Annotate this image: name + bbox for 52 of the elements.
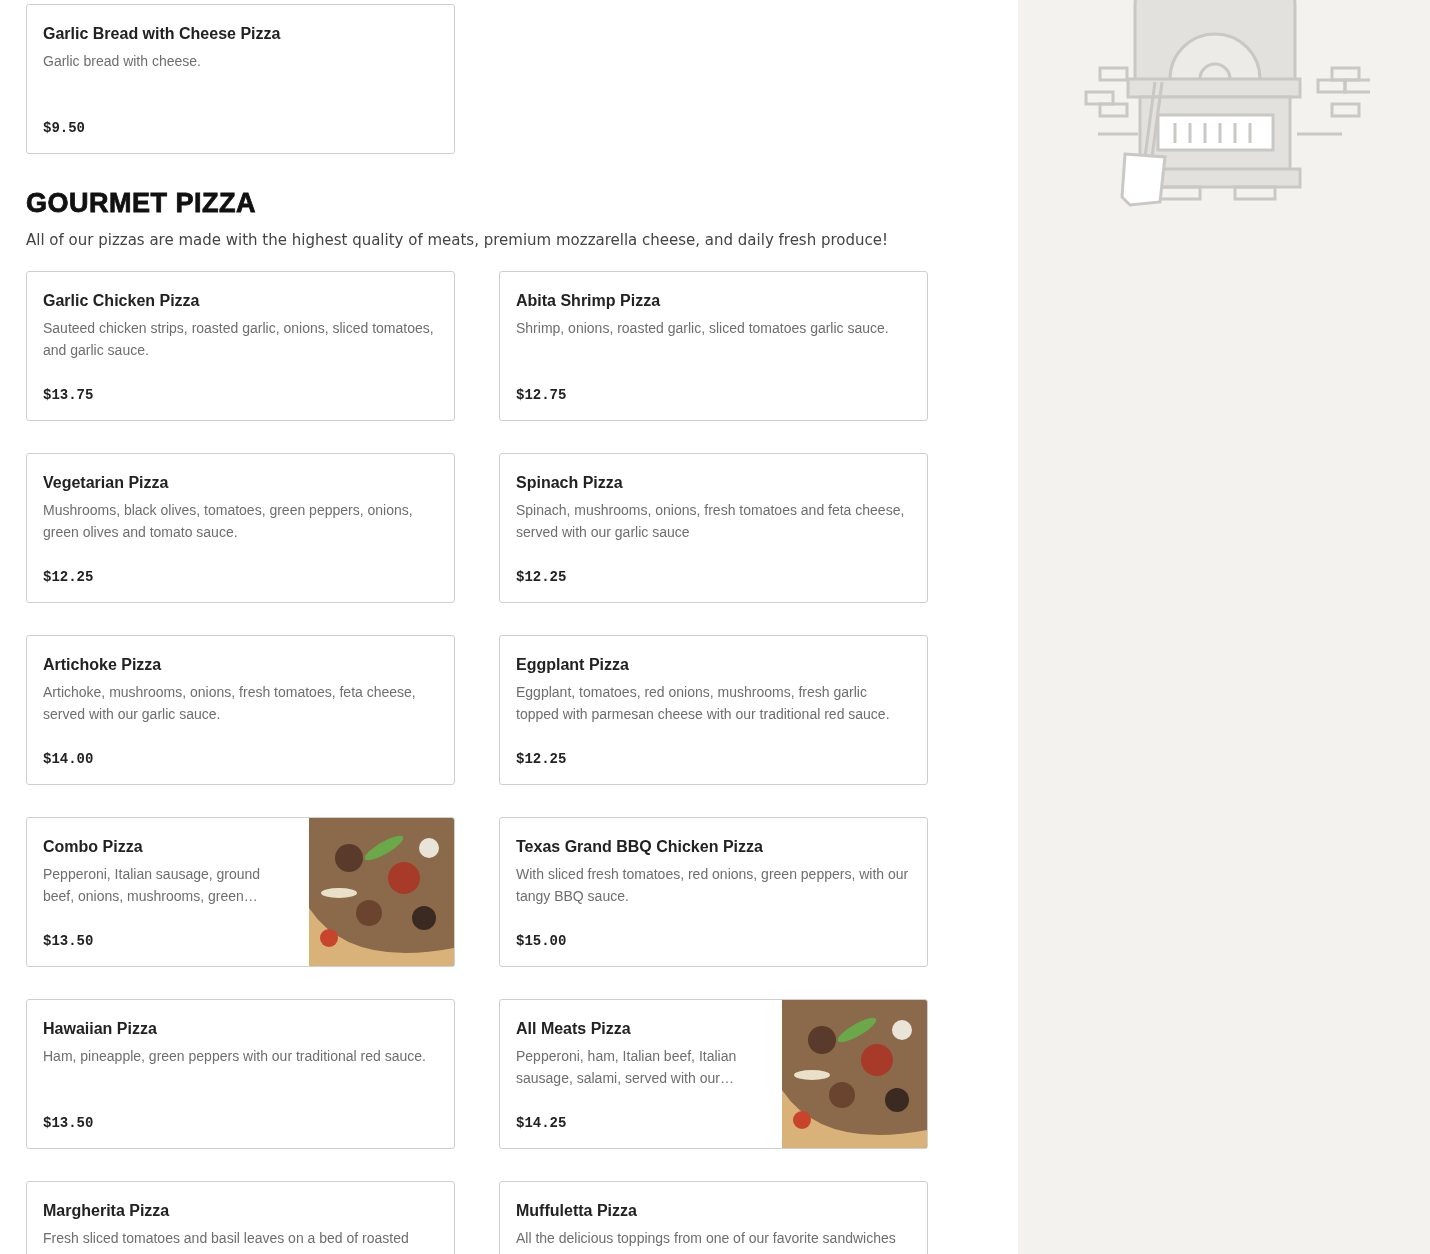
menu-item-card[interactable]: Eggplant Pizza Eggplant, tomatoes, red onions, mushrooms, fresh garlic topped with parmesan cheese with our traditional red sauce. $12.25 (499, 635, 928, 785)
section-description: All of our pizzas are made with the highest quality of meats, premium mozzarella cheese, and daily fresh produce! (26, 231, 890, 249)
item-description: Shrimp, onions, roasted garlic, sliced tomatoes garlic sauce. (516, 319, 890, 338)
item-description: Sauteed chicken strips, roasted garlic, onions, sliced tomatoes, and garlic sauce. (43, 319, 435, 360)
item-price: $12.25 (43, 569, 95, 585)
menu-item-card[interactable]: Abita Shrimp Pizza Shrimp, onions, roasted garlic, sliced tomatoes garlic sauce. $12.75 (499, 271, 928, 421)
item-description: Eggplant, tomatoes, red onions, mushrooms, fresh garlic topped with parmesan cheese with our traditional red sauce. (516, 683, 891, 724)
menu-item-card[interactable]: Texas Grand BBQ Chicken Pizza With sliced fresh tomatoes, red onions, green peppers, with our tangy BBQ sauce. $15.00 (499, 817, 928, 967)
item-price: $9.50 (43, 120, 86, 136)
item-name: Vegetarian Pizza (43, 473, 170, 493)
menu-item-card[interactable]: Muffuletta Pizza All the delicious toppings from one of our favorite sandwiches (499, 1181, 928, 1254)
item-price: $12.25 (516, 751, 568, 767)
item-name: Texas Grand BBQ Chicken Pizza (516, 837, 764, 857)
menu-item-card[interactable]: Artichoke Pizza Artichoke, mushrooms, onions, fresh tomatoes, feta cheese, served with our garlic sauce. $14.00 (26, 635, 455, 785)
menu-item-card[interactable]: Vegetarian Pizza Mushrooms, black olives, tomatoes, green peppers, onions, green olives and tomato sauce. $12.25 (26, 453, 455, 603)
item-name: Eggplant Pizza (516, 655, 630, 675)
item-name: Spinach Pizza (516, 473, 624, 493)
section-title: GOURMET PIZZA (26, 188, 257, 219)
menu-item-card[interactable]: Margherita Pizza Fresh sliced tomatoes and basil leaves on a bed of roasted (26, 1181, 455, 1254)
menu-item-card[interactable]: Garlic Bread with Cheese Pizza Garlic bread with cheese. $9.50 (26, 4, 455, 154)
item-price: $13.75 (43, 387, 95, 403)
item-price: $14.25 (516, 1115, 568, 1131)
item-description: Ham, pineapple, green peppers with our traditional red sauce. (43, 1047, 427, 1066)
item-description: Spinach, mushrooms, onions, fresh tomatoes and feta cheese, served with our garlic sauce (516, 501, 906, 542)
item-name: All Meats Pizza (516, 1019, 632, 1039)
item-description: Pepperoni, Italian sausage, ground beef, onions, mushrooms, green… (43, 865, 262, 906)
item-price: $15.00 (516, 933, 568, 949)
item-description: Mushrooms, black olives, tomatoes, green peppers, onions, green olives and tomato sauce. (43, 501, 414, 542)
item-price: $13.50 (43, 933, 95, 949)
item-description: Fresh sliced tomatoes and basil leaves on a bed of roasted (43, 1229, 410, 1248)
item-name: Garlic Bread with Cheese Pizza (43, 24, 282, 44)
item-name: Combo Pizza (43, 837, 144, 857)
menu-item-card[interactable]: Spinach Pizza Spinach, mushrooms, onions, fresh tomatoes and feta cheese, served with our garlic sauce $12.25 (499, 453, 928, 603)
item-description: Garlic bread with cheese. (43, 52, 202, 71)
item-price: $12.25 (516, 569, 568, 585)
item-description: With sliced fresh tomatoes, red onions, green peppers, with our tangy BBQ sauce. (516, 865, 910, 906)
menu-item-card[interactable]: Combo Pizza Pepperoni, Italian sausage, ground beef, onions, mushrooms, green… $13.50 (26, 817, 455, 967)
item-name: Margherita Pizza (43, 1201, 171, 1221)
item-name: Hawaiian Pizza (43, 1019, 158, 1039)
item-description: Artichoke, mushrooms, onions, fresh tomatoes, feta cheese, served with our garlic sauce. (43, 683, 417, 724)
item-description: All the delicious toppings from one of our favorite sandwiches (516, 1229, 897, 1248)
menu-item-card[interactable]: Hawaiian Pizza Ham, pineapple, green peppers with our traditional red sauce. $13.50 (26, 999, 455, 1149)
item-name: Muffuletta Pizza (516, 1201, 638, 1221)
item-name: Garlic Chicken Pizza (43, 291, 201, 311)
menu-item-card[interactable]: All Meats Pizza Pepperoni, ham, Italian beef, Italian sausage, salami, served with our… $14.25 (499, 999, 928, 1149)
item-price: $12.75 (516, 387, 568, 403)
item-name: Abita Shrimp Pizza (516, 291, 662, 311)
menu-item-card[interactable]: Garlic Chicken Pizza Sauteed chicken strips, roasted garlic, onions, sliced tomatoes, and garlic sauce. $13.75 (26, 271, 455, 421)
item-price: $14.00 (43, 751, 95, 767)
item-description: Pepperoni, ham, Italian beef, Italian sausage, salami, served with our… (516, 1047, 738, 1088)
item-price: $13.50 (43, 1115, 95, 1131)
item-name: Artichoke Pizza (43, 655, 163, 675)
